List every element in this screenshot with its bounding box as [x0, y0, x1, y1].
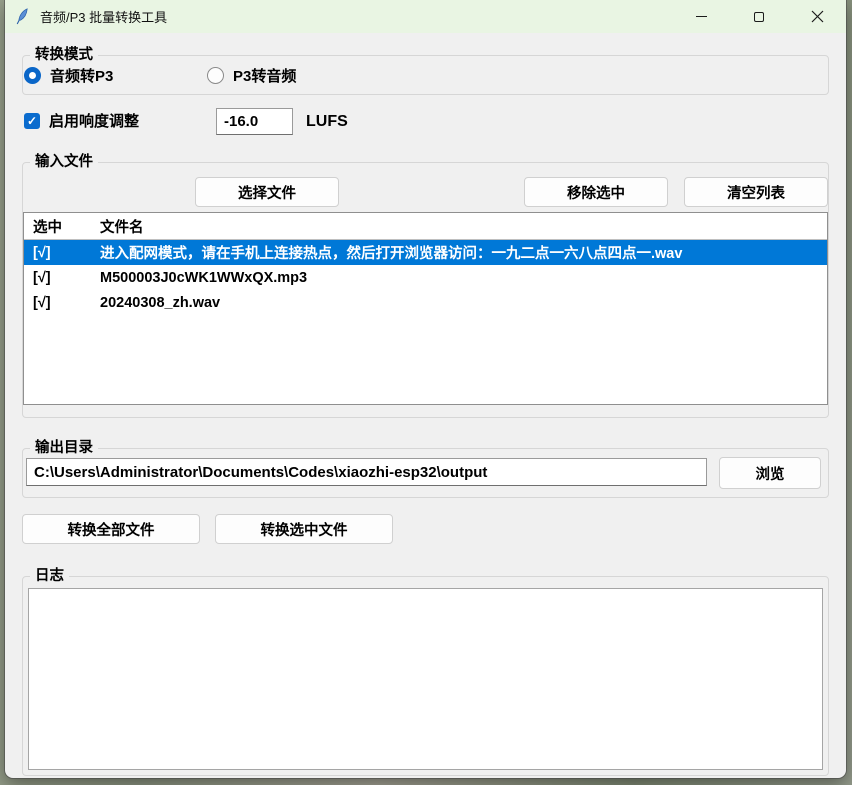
log-textarea[interactable]	[28, 588, 823, 770]
table-row-2[interactable]: [√] M500003J0cWK1WWxQX.mp3	[24, 265, 827, 290]
window-controls	[672, 0, 846, 33]
check-glyph: ✓	[27, 114, 37, 128]
browse-button[interactable]: 浏览	[719, 457, 821, 489]
table-row-3[interactable]: [√] 20240308_zh.wav	[24, 290, 827, 315]
maximize-button[interactable]	[730, 0, 788, 33]
app-feather-icon	[15, 8, 31, 25]
input-files-group-label: 输入文件	[30, 154, 98, 171]
remove-selected-button[interactable]: 移除选中	[524, 177, 668, 207]
header-filename-column[interactable]: 文件名	[100, 216, 827, 237]
row-check-mark: [√]	[24, 295, 100, 311]
row-filename: M500003J0cWK1WWxQX.mp3	[100, 270, 827, 286]
window-body: 转换模式 音频转P3 P3转音频 ✓ 启用响度调整 -16.0 LUFS 输	[5, 33, 846, 778]
file-list-table: 选中 文件名 [√] 进入配网模式，请在手机上连接热点，然后打开浏览器访问：一九…	[23, 212, 828, 405]
maximize-icon	[754, 12, 764, 22]
close-icon	[811, 10, 824, 23]
radio-audio-to-p3-label: 音频转P3	[50, 65, 113, 86]
radio-p3-to-audio-label: P3转音频	[233, 65, 296, 86]
row-check-mark: [√]	[24, 270, 100, 286]
minimize-icon	[696, 16, 707, 17]
loudness-checkbox-label: 启用响度调整	[49, 110, 139, 131]
checkbox-checked-icon: ✓	[24, 113, 40, 129]
close-button[interactable]	[788, 0, 846, 33]
radio-unselected-icon	[207, 67, 224, 84]
log-group-label: 日志	[30, 568, 69, 585]
convert-selected-button[interactable]: 转换选中文件	[215, 514, 393, 544]
clear-list-button[interactable]: 清空列表	[684, 177, 828, 207]
output-dir-group-label: 输出目录	[30, 440, 98, 457]
output-path-input[interactable]: C:\Users\Administrator\Documents\Codes\x…	[26, 458, 707, 486]
loudness-checkbox[interactable]: ✓ 启用响度调整	[24, 110, 139, 131]
row-check-mark: [√]	[24, 245, 100, 261]
desktop-background: 音频/P3 批量转换工具	[0, 0, 852, 785]
convert-all-button[interactable]: 转换全部文件	[22, 514, 200, 544]
minimize-button[interactable]	[672, 0, 730, 33]
window-title: 音频/P3 批量转换工具	[40, 7, 167, 26]
radio-selected-icon	[24, 67, 41, 84]
app-window: 音频/P3 批量转换工具	[5, 0, 846, 778]
lufs-value-input[interactable]: -16.0	[216, 108, 293, 135]
row-filename: 20240308_zh.wav	[100, 295, 827, 311]
file-table-header: 选中 文件名	[24, 213, 827, 240]
radio-audio-to-p3[interactable]: 音频转P3	[24, 65, 113, 86]
log-group: 日志	[22, 576, 829, 776]
row-filename: 进入配网模式，请在手机上连接热点，然后打开浏览器访问：一九二点一六八点四点一.w…	[100, 242, 827, 263]
header-checked-column[interactable]: 选中	[24, 216, 100, 237]
select-files-button[interactable]: 选择文件	[195, 177, 339, 207]
radio-p3-to-audio[interactable]: P3转音频	[207, 65, 296, 86]
titlebar[interactable]: 音频/P3 批量转换工具	[5, 0, 846, 33]
lufs-unit-label: LUFS	[306, 113, 348, 131]
mode-group-label: 转换模式	[30, 47, 98, 64]
table-row-1[interactable]: [√] 进入配网模式，请在手机上连接热点，然后打开浏览器访问：一九二点一六八点四…	[24, 240, 827, 265]
mode-group: 转换模式	[22, 55, 829, 95]
